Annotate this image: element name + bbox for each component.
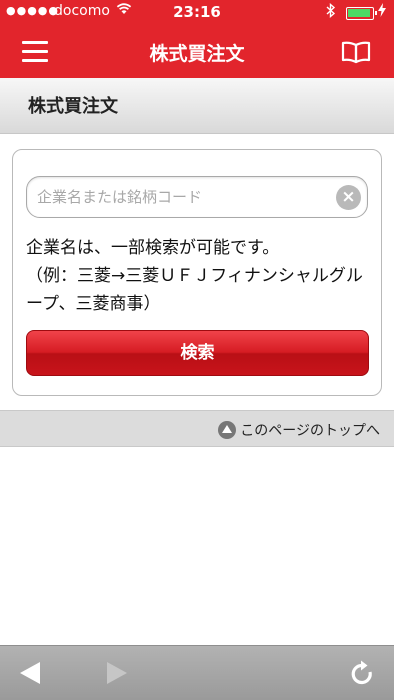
up-arrow-circle-icon [218,421,237,439]
bluetooth-icon [326,2,336,22]
reload-icon[interactable] [347,659,377,689]
page-top-bar: このページのトップへ [0,410,394,447]
nav-bar: 株式買注文 [0,26,394,78]
top-bar: ●●●●● docomo 23:16 株式買注文 [0,0,394,78]
page-title: 株式買注文 [28,96,118,117]
browser-toolbar [0,645,394,700]
search-panel: × 企業名は、一部検索が可能です。 （例：三菱→三菱ＵＦＪフィナンシャルグループ… [12,149,382,396]
nav-title: 株式買注文 [149,43,245,65]
page-top-label: このページのトップへ [240,423,380,439]
page-heading-band: 株式買注文 [0,78,394,134]
search-field: × [26,176,368,218]
forward-arrow-icon[interactable] [104,660,130,686]
search-hint: 企業名は、一部検索が可能です。 （例：三菱→三菱ＵＦＪフィナンシャルグループ、三… [26,234,376,318]
open-book-icon[interactable] [340,40,372,64]
back-arrow-icon[interactable] [18,660,44,686]
charging-icon [378,3,386,20]
search-input[interactable] [37,185,327,209]
page-top-link[interactable]: このページのトップへ [218,419,380,441]
status-bar: ●●●●● docomo 23:16 [0,0,394,26]
clear-x-icon[interactable]: × [336,185,361,210]
hint-line-1: 企業名は、一部検索が可能です。 [26,238,280,258]
hint-line-2: （例：三菱→三菱ＵＦＪフィナンシャルグループ、三菱商事） [26,266,363,314]
search-button[interactable]: 検索 [26,330,369,376]
battery-icon [346,7,377,20]
